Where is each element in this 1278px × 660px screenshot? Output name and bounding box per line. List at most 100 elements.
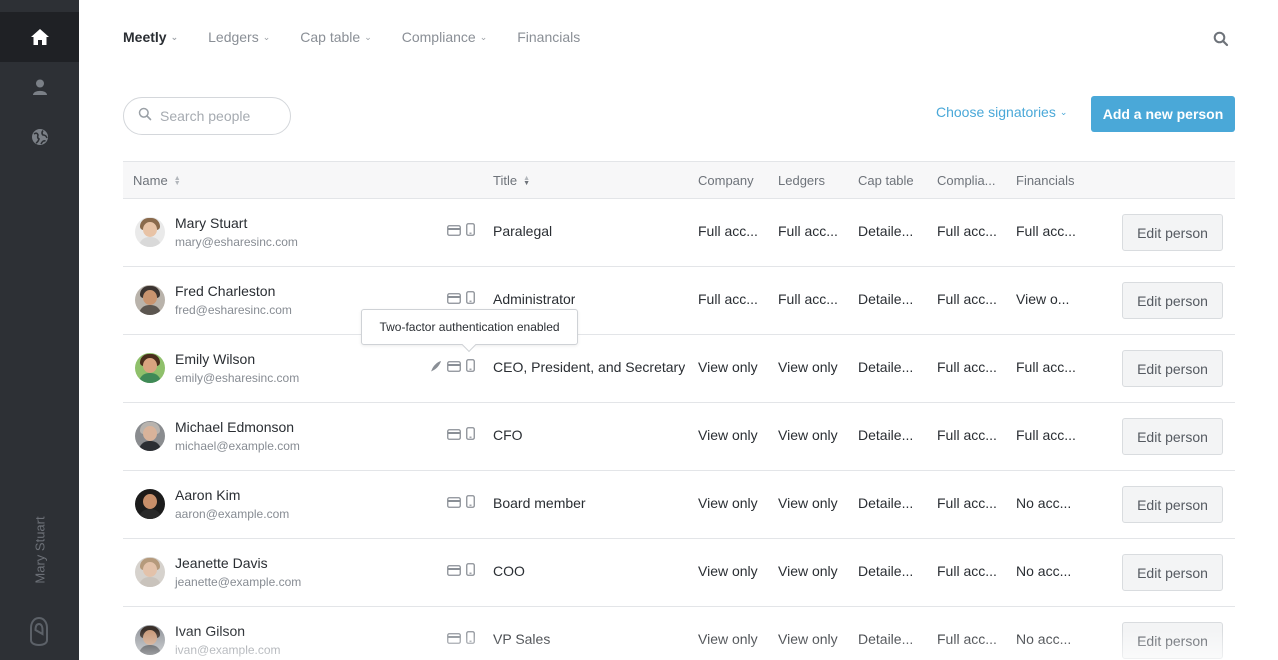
table-row[interactable]: Michael Edmonson michael@example.com CFO Vi… <box>123 403 1235 471</box>
phone-icon[interactable] <box>466 359 475 377</box>
person-name[interactable]: Mary Stuart <box>175 215 247 231</box>
chevron-down-icon: ⌄ <box>170 31 179 42</box>
column-name[interactable]: Name ▲ ▼ <box>133 173 181 188</box>
cell-company: View only <box>698 631 758 647</box>
cell-cap-table: Detaile... <box>858 563 914 579</box>
sort-icon: ▲ ▼ <box>173 174 181 187</box>
nav-compliance[interactable]: Compliance ⌄ <box>402 29 487 45</box>
avatar-body <box>139 645 161 655</box>
cell-company: View only <box>698 427 758 443</box>
cell-title: Board member <box>493 495 586 511</box>
avatar-face <box>143 290 157 305</box>
search-people-field[interactable] <box>123 97 291 135</box>
security-icons <box>430 359 475 377</box>
phone-icon[interactable] <box>466 563 475 581</box>
cell-compliance: Full acc... <box>937 223 997 239</box>
edit-person-button[interactable]: Edit person <box>1122 486 1223 523</box>
cell-title: Paralegal <box>493 223 553 239</box>
table-row[interactable]: Jeanette Davis jeanette@example.com COO Vie… <box>123 539 1235 607</box>
avatar <box>135 557 165 587</box>
cell-financials: No acc... <box>1016 631 1072 647</box>
edit-person-button[interactable]: Edit person <box>1122 554 1223 591</box>
cell-company: View only <box>698 359 758 375</box>
edit-person-button[interactable]: Edit person <box>1122 350 1223 387</box>
security-icons <box>447 427 475 445</box>
nav-compliance-label: Compliance <box>401 29 476 45</box>
add-new-person-button[interactable]: Add a new person <box>1091 96 1235 132</box>
person-name[interactable]: Aaron Kim <box>175 487 240 503</box>
tooltip-text: Two-factor authentication enabled <box>379 320 560 334</box>
cell-title: Administrator <box>493 291 576 307</box>
phone-icon[interactable] <box>466 631 475 649</box>
column-title[interactable]: Title ▲ ▼ <box>493 173 530 188</box>
person-name[interactable]: Michael Edmonson <box>175 419 294 435</box>
table-row[interactable]: Fred Charleston fred@esharesinc.com Admini… <box>123 267 1235 335</box>
cell-cap-table: Detaile... <box>858 631 914 647</box>
nav-cap-table[interactable]: Cap table ⌄ <box>300 29 371 45</box>
edit-person-button[interactable]: Edit person <box>1122 214 1223 251</box>
sidebar-item-people[interactable] <box>0 62 79 112</box>
column-cap-table: Cap table <box>858 173 914 188</box>
cell-cap-table: Detaile... <box>858 291 914 307</box>
nav-financials[interactable]: Financials <box>517 29 580 45</box>
chevron-down-icon: ⌄ <box>479 31 488 42</box>
two-factor-tooltip: Two-factor authentication enabled <box>361 309 578 353</box>
nav-ledgers[interactable]: Ledgers ⌄ <box>208 29 270 45</box>
cell-ledgers: View only <box>778 427 838 443</box>
security-icons <box>447 223 475 241</box>
edit-person-button[interactable]: Edit person <box>1122 622 1223 659</box>
nav-meetly[interactable]: Meetly ⌄ <box>123 29 178 45</box>
person-name[interactable]: Emily Wilson <box>175 351 255 367</box>
sidebar-item-home[interactable] <box>0 12 79 62</box>
phone-icon[interactable] <box>466 495 475 513</box>
security-icons <box>447 495 475 513</box>
phone-icon[interactable] <box>466 223 475 241</box>
security-icons <box>447 631 475 649</box>
cell-ledgers: Full acc... <box>778 291 838 307</box>
credit-card-icon <box>447 427 461 445</box>
credit-card-icon <box>447 223 461 241</box>
choose-signatories-dropdown[interactable]: Choose signatories ⌄ <box>936 104 1067 120</box>
sort-icon: ▲ ▼ <box>523 174 531 187</box>
signatory-pen-icon <box>430 359 442 377</box>
avatar-body <box>139 509 161 519</box>
avatar <box>135 625 165 655</box>
credit-card-icon <box>447 291 461 309</box>
person-name[interactable]: Fred Charleston <box>175 283 275 299</box>
sidebar: Mary Stuart <box>0 0 79 660</box>
person-email: fred@esharesinc.com <box>175 303 292 317</box>
column-compliance: Complia... <box>937 173 996 188</box>
cell-compliance: Full acc... <box>937 495 997 511</box>
current-user-name[interactable]: Mary Stuart <box>33 516 48 583</box>
column-name-label: Name <box>133 173 168 188</box>
cell-cap-table: Detaile... <box>858 427 914 443</box>
sidebar-item-global[interactable] <box>0 112 79 162</box>
credit-card-icon <box>447 359 461 377</box>
phone-icon[interactable] <box>466 427 475 445</box>
search-icon[interactable] <box>1213 31 1229 52</box>
nav-financials-label: Financials <box>517 29 581 45</box>
cell-ledgers: View only <box>778 359 838 375</box>
edit-person-button[interactable]: Edit person <box>1122 282 1223 319</box>
avatar-body <box>139 237 161 247</box>
cell-cap-table: Detaile... <box>858 223 914 239</box>
table-body: Mary Stuart mary@esharesinc.com Paralegal F… <box>123 199 1235 660</box>
table-row[interactable]: Emily Wilson emily@esharesinc.com CEO, Pre… <box>123 335 1235 403</box>
cell-financials: Full acc... <box>1016 359 1076 375</box>
choose-signatories-label: Choose signatories <box>936 104 1056 120</box>
user-icon <box>32 79 48 95</box>
person-name[interactable]: Ivan Gilson <box>175 623 245 639</box>
table-row[interactable]: Mary Stuart mary@esharesinc.com Paralegal F… <box>123 199 1235 267</box>
phone-icon[interactable] <box>466 291 475 309</box>
eshares-logo-icon <box>28 616 50 651</box>
cell-company: Full acc... <box>698 223 758 239</box>
search-people-input[interactable] <box>160 108 280 124</box>
cell-cap-table: Detaile... <box>858 495 914 511</box>
cell-compliance: Full acc... <box>937 427 997 443</box>
edit-person-button[interactable]: Edit person <box>1122 418 1223 455</box>
person-name[interactable]: Jeanette Davis <box>175 555 268 571</box>
person-email: mary@esharesinc.com <box>175 235 298 249</box>
table-row[interactable]: Ivan Gilson ivan@example.com VP Sales View … <box>123 607 1235 660</box>
avatar <box>135 217 165 247</box>
table-row[interactable]: Aaron Kim aaron@example.com Board member Vi… <box>123 471 1235 539</box>
